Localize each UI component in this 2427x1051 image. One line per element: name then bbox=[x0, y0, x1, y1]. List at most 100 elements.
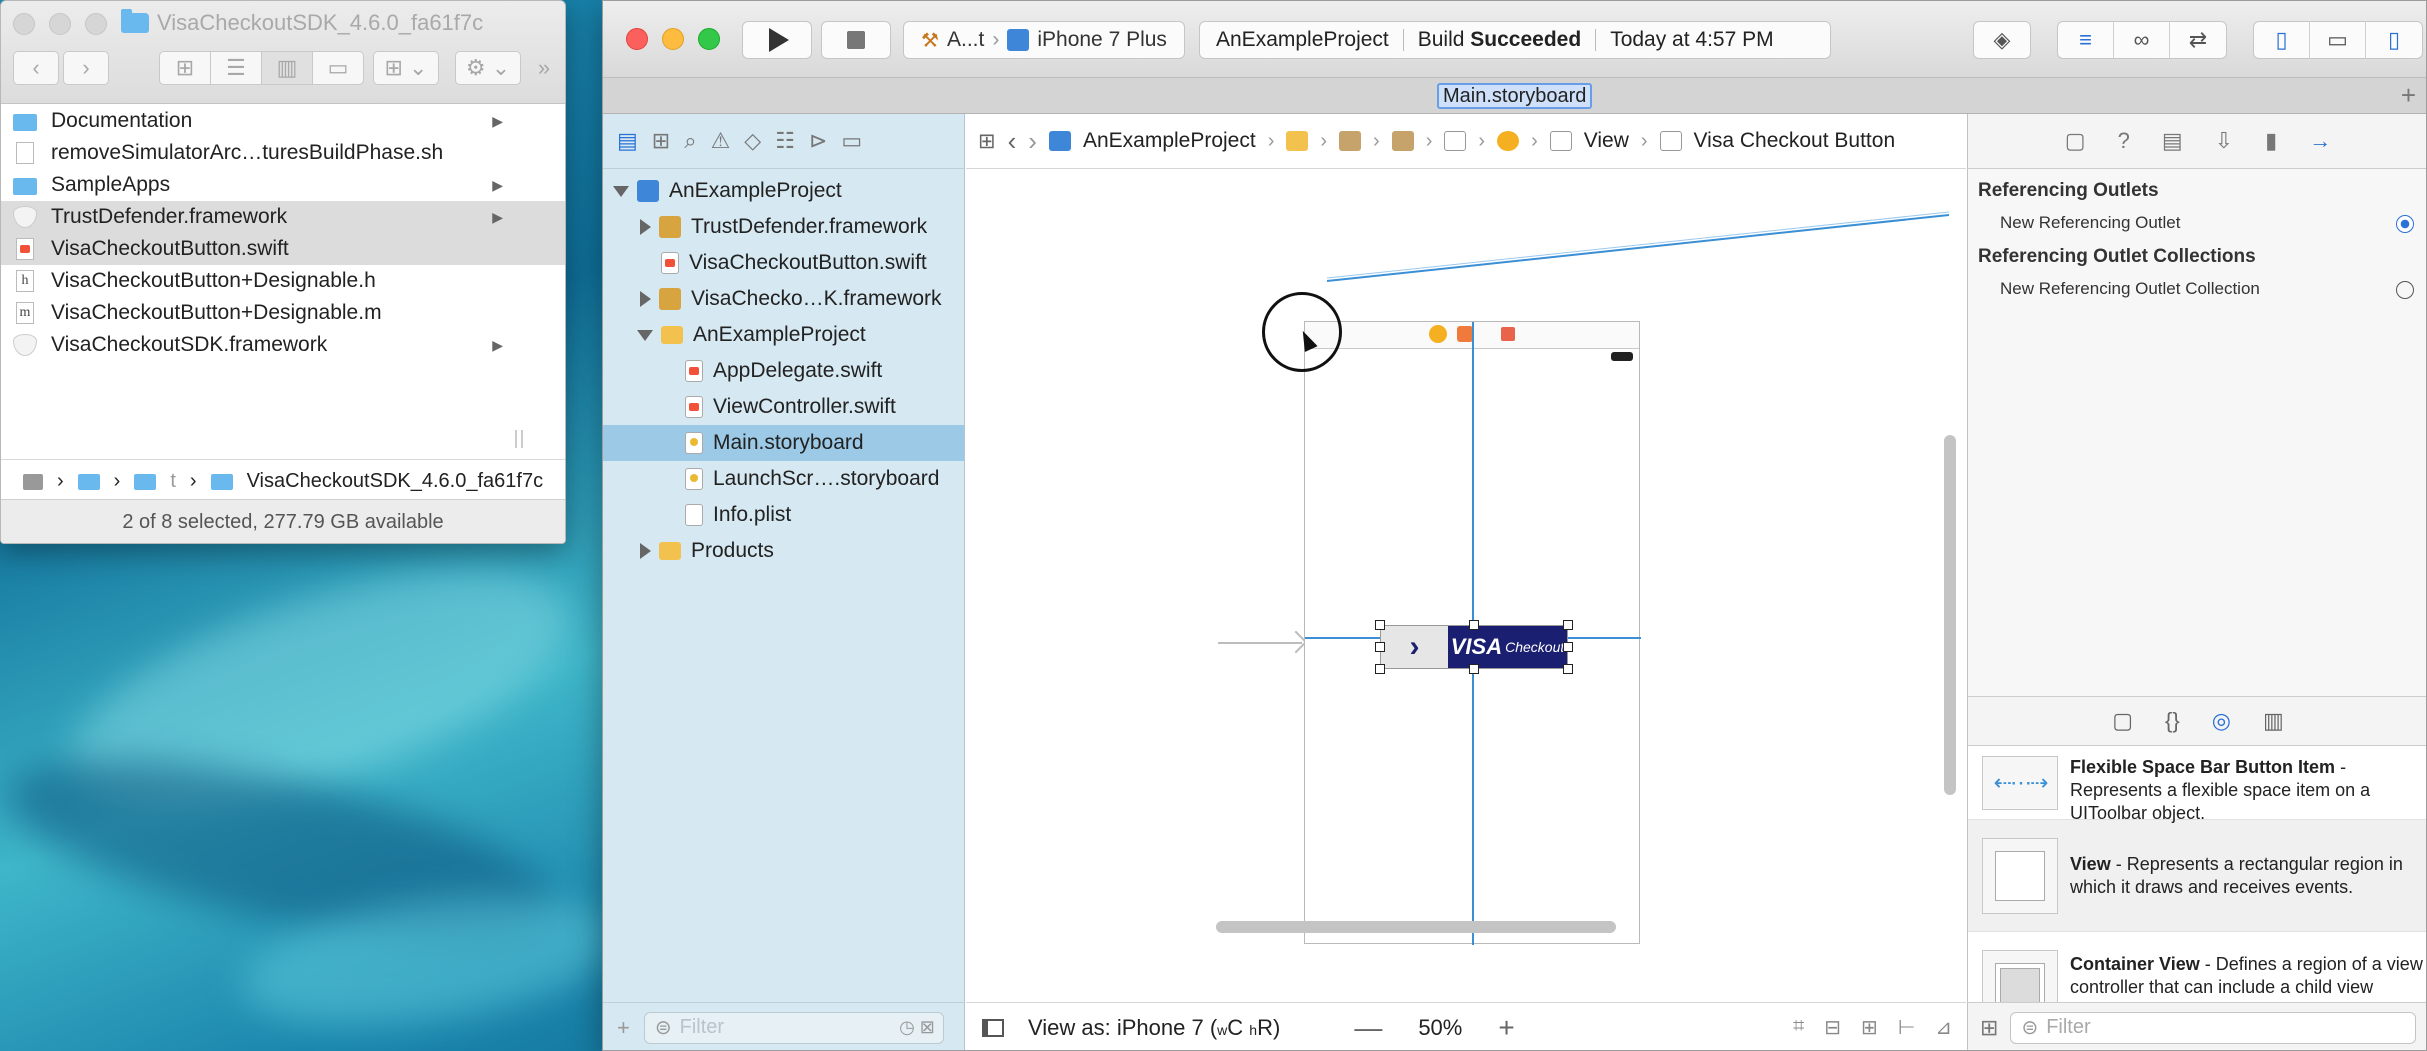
folder-icon[interactable] bbox=[77, 473, 100, 490]
file-row[interactable]: h VisaCheckoutButton+Designable.h bbox=[1, 265, 565, 297]
path-segment[interactable]: t bbox=[170, 470, 176, 493]
column-view-button[interactable]: ▥ bbox=[261, 51, 313, 85]
align-icon[interactable]: ⊞ bbox=[1861, 1015, 1878, 1040]
disclosure-arrow-icon[interactable]: ▶ bbox=[492, 209, 503, 226]
related-items-icon[interactable]: ⊞ bbox=[978, 129, 996, 154]
resize-handle[interactable] bbox=[1563, 642, 1573, 652]
view-as-device-button[interactable]: View as: iPhone 7 (wC hR) bbox=[1028, 1015, 1280, 1041]
navigator-toggle-icon[interactable]: ▯ bbox=[2254, 22, 2310, 58]
zoom-in-button[interactable]: + bbox=[1498, 1012, 1514, 1044]
disclosure-arrow-icon[interactable]: ▶ bbox=[492, 113, 503, 130]
jumpbar-button[interactable]: Visa Checkout Button bbox=[1694, 129, 1896, 153]
gallery-view-button[interactable]: ▭ bbox=[312, 51, 364, 85]
scene-group-icon[interactable] bbox=[1444, 131, 1467, 151]
standard-editor-icon[interactable]: ≡ bbox=[2058, 22, 2114, 58]
add-file-button[interactable]: + bbox=[617, 1015, 630, 1041]
resize-handle[interactable] bbox=[1375, 642, 1385, 652]
new-tab-button[interactable]: + bbox=[2401, 80, 2416, 111]
zoom-button[interactable] bbox=[698, 28, 720, 50]
file-row[interactable]: removeSimulatorArc…turesBuildPhase.sh bbox=[1, 137, 565, 169]
disk-icon[interactable] bbox=[23, 473, 43, 490]
navigator-item[interactable]: Info.plist bbox=[603, 497, 964, 533]
code-snippet-library-icon[interactable]: {} bbox=[2165, 708, 2180, 734]
column-resize-handle[interactable] bbox=[515, 430, 523, 448]
size-inspector-icon[interactable]: ▮ bbox=[2265, 128, 2277, 154]
navigator-item[interactable]: LaunchScr….storyboard bbox=[603, 461, 964, 497]
interface-builder-canvas[interactable]: › VISA Checkout bbox=[966, 170, 1966, 990]
resize-handle[interactable] bbox=[1563, 620, 1573, 630]
zoom-out-button[interactable]: — bbox=[1354, 1012, 1382, 1044]
file-row[interactable]: m VisaCheckoutButton+Designable.m bbox=[1, 297, 565, 329]
view-controller-icon[interactable] bbox=[1429, 325, 1447, 343]
disclosure-triangle-icon[interactable] bbox=[640, 543, 651, 559]
file-row[interactable]: Documentation ▶ bbox=[1, 105, 565, 137]
attributes-inspector-icon[interactable]: ⇩ bbox=[2215, 128, 2233, 154]
resize-handle[interactable] bbox=[1469, 620, 1479, 630]
disclosure-arrow-icon[interactable]: ▶ bbox=[492, 177, 503, 194]
folder-icon[interactable] bbox=[134, 473, 157, 490]
library-filter-field[interactable]: ⊜ Filter bbox=[2010, 1011, 2417, 1044]
test-navigator-icon[interactable]: ◇ bbox=[744, 128, 761, 154]
assistant-editor-icon[interactable]: ∞ bbox=[2114, 22, 2170, 58]
project-navigator-icon[interactable]: ▤ bbox=[617, 128, 638, 154]
navigator-item[interactable]: VisaChecko…K.framework bbox=[603, 281, 964, 317]
symbol-navigator-icon[interactable]: ⊞ bbox=[652, 128, 670, 154]
quick-help-icon[interactable]: ? bbox=[2118, 128, 2130, 154]
file-inspector-icon[interactable]: ▢ bbox=[2065, 128, 2086, 154]
horizontal-scrollbar[interactable] bbox=[1216, 921, 1616, 933]
recent-files-icon[interactable]: ◷ ⊠ bbox=[899, 1017, 935, 1038]
resize-handle[interactable] bbox=[1375, 620, 1385, 630]
file-row[interactable]: VisaCheckoutSDK.framework ▶ bbox=[1, 329, 565, 361]
debug-area-toggle-icon[interactable]: ▭ bbox=[2310, 22, 2366, 58]
navigator-item[interactable]: TrustDefender.framework bbox=[603, 209, 964, 245]
utilities-toggle-icon[interactable]: ▯ bbox=[2366, 22, 2422, 58]
connections-inspector-icon[interactable]: → bbox=[2309, 128, 2331, 154]
folder-icon[interactable] bbox=[1286, 131, 1309, 151]
outlet-connection-circle[interactable] bbox=[2396, 215, 2414, 233]
back-button[interactable]: ‹ bbox=[1008, 126, 1017, 157]
zoom-button[interactable] bbox=[85, 13, 107, 35]
disclosure-arrow-icon[interactable]: ▶ bbox=[492, 337, 503, 354]
issue-navigator-icon[interactable]: ⚠ bbox=[711, 128, 731, 154]
first-responder-icon[interactable] bbox=[1457, 326, 1473, 342]
close-button[interactable] bbox=[13, 13, 35, 35]
disclosure-triangle-icon[interactable] bbox=[640, 219, 651, 235]
navigator-item[interactable]: VisaCheckoutButton.swift bbox=[603, 245, 964, 281]
disclosure-triangle-icon[interactable] bbox=[637, 329, 653, 341]
resolve-issues-icon[interactable]: ⊿ bbox=[1935, 1015, 1952, 1040]
file-row[interactable]: VisaCheckoutButton.swift bbox=[1, 233, 565, 265]
navigator-filter-field[interactable]: ⊜ Filter ◷ ⊠ bbox=[643, 1011, 944, 1044]
media-library-icon[interactable]: ▥ bbox=[2263, 708, 2284, 734]
navigator-item[interactable]: AnExampleProject bbox=[603, 173, 964, 209]
navigator-item[interactable]: AnExampleProject bbox=[603, 317, 964, 353]
group-button[interactable]: ⊞ ⌄ bbox=[373, 51, 439, 85]
stop-button[interactable] bbox=[821, 21, 891, 59]
navigator-item[interactable]: ViewController.swift bbox=[603, 389, 964, 425]
library-button[interactable]: ◈ bbox=[1973, 21, 2031, 59]
library-item-view[interactable]: View - Represents a rectangular region i… bbox=[1968, 820, 2426, 932]
path-current[interactable]: VisaCheckoutSDK_4.6.0_fa61f7c bbox=[247, 470, 544, 493]
icon-view-button[interactable]: ⊞ bbox=[159, 51, 211, 85]
version-editor-icon[interactable]: ⇄ bbox=[2170, 22, 2226, 58]
debug-navigator-icon[interactable]: ☷ bbox=[775, 128, 795, 154]
back-button[interactable]: ‹ bbox=[13, 51, 59, 85]
add-constraints-icon[interactable]: ⊢ bbox=[1898, 1015, 1915, 1040]
update-frames-icon[interactable]: ⌗ bbox=[1793, 1015, 1804, 1040]
document-outline-toggle-icon[interactable] bbox=[982, 1018, 1004, 1037]
list-view-button[interactable]: ☰ bbox=[210, 51, 262, 85]
disclosure-triangle-icon[interactable] bbox=[640, 291, 651, 307]
disclosure-triangle-icon[interactable] bbox=[613, 185, 629, 197]
scene-icon[interactable] bbox=[1391, 131, 1414, 151]
run-button[interactable] bbox=[742, 21, 812, 59]
file-row[interactable]: TrustDefender.framework ▶ bbox=[1, 201, 565, 233]
storyboard-icon[interactable] bbox=[1339, 131, 1362, 151]
resize-handle[interactable] bbox=[1375, 664, 1385, 674]
forward-button[interactable]: › bbox=[1028, 126, 1037, 157]
tab-main-storyboard[interactable]: Main.storyboard bbox=[1437, 83, 1593, 109]
find-navigator-icon[interactable]: ⌕ bbox=[684, 128, 696, 154]
grid-view-icon[interactable]: ⊞ bbox=[1980, 1015, 1998, 1041]
library-icon[interactable]: ◈ bbox=[1974, 22, 2030, 58]
toolbar-overflow-button[interactable]: » bbox=[527, 51, 561, 85]
breakpoint-navigator-icon[interactable]: ⊳ bbox=[809, 128, 827, 154]
resize-handle[interactable] bbox=[1469, 664, 1479, 674]
